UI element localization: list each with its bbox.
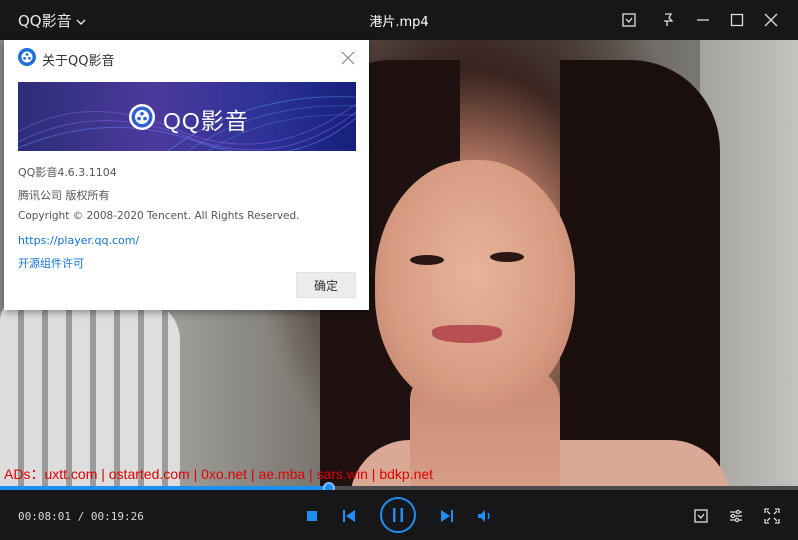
next-button[interactable]	[436, 505, 458, 527]
volume-button[interactable]	[474, 505, 496, 527]
settings-button[interactable]	[725, 505, 747, 527]
about-banner: QQ影音	[18, 82, 356, 151]
opensource-license-link[interactable]: 开源组件许可	[18, 255, 84, 271]
settings-icon	[730, 509, 742, 523]
qq-player-window: QQ影音 港片.mp4 ADs：uxtt.com | ostarted.com …	[0, 0, 798, 540]
ok-button[interactable]: 确定	[296, 272, 356, 298]
screenshot-icon	[622, 13, 636, 27]
fullscreen-button[interactable]	[761, 505, 783, 527]
about-dialog-title: 关于QQ影音	[42, 54, 115, 69]
close-icon	[341, 51, 355, 65]
qq-player-banner-logo-icon	[129, 104, 155, 130]
app-menu-button[interactable]: QQ影音	[18, 10, 86, 31]
stop-icon	[307, 511, 317, 521]
play-pause-button[interactable]	[380, 497, 416, 533]
rights-text: 腾讯公司 版权所有	[18, 189, 110, 202]
capture-button[interactable]	[690, 505, 712, 527]
stop-button[interactable]	[302, 506, 322, 526]
maximize-icon	[730, 13, 744, 27]
copyright-text: Copyright © 2008-2020 Tencent. All Right…	[18, 210, 300, 222]
previous-button[interactable]	[338, 505, 360, 527]
video-hair-right	[560, 60, 720, 490]
minimize-button[interactable]	[691, 8, 715, 32]
close-button[interactable]	[759, 8, 783, 32]
control-bar: 00:08:01 / 00:19:26	[0, 490, 798, 540]
video-eye-left	[410, 255, 444, 265]
about-dialog-close-button[interactable]	[338, 48, 358, 68]
chevron-down-icon	[76, 19, 86, 25]
title-bar: QQ影音 港片.mp4	[0, 0, 798, 40]
pin-icon	[664, 13, 674, 26]
minimize-icon	[697, 19, 709, 21]
about-banner-title: QQ影音	[163, 108, 249, 134]
close-icon	[764, 13, 778, 27]
qq-player-logo-icon	[18, 48, 36, 66]
screenshot-icon	[694, 509, 708, 523]
video-face	[375, 160, 575, 410]
pin-button[interactable]	[655, 8, 679, 32]
screenshot-button[interactable]	[617, 8, 641, 32]
previous-icon	[343, 510, 355, 522]
version-text: QQ影音4.6.3.1104	[18, 166, 117, 179]
website-link[interactable]: https://player.qq.com/	[18, 234, 139, 247]
video-chair	[0, 300, 180, 490]
video-mouth	[432, 325, 502, 343]
ads-overlay-text: ADs：uxtt.com | ostarted.com | 0xo.net | …	[4, 466, 434, 482]
about-dialog-header: 关于QQ影音	[4, 40, 369, 76]
time-display: 00:08:01 / 00:19:26	[18, 510, 144, 523]
video-eye-right	[490, 252, 524, 262]
maximize-button[interactable]	[725, 8, 749, 32]
pause-icon	[393, 508, 403, 522]
fullscreen-icon	[764, 508, 780, 524]
about-dialog: 关于QQ影音 QQ影音 QQ影音4.6.3.1104 腾讯公司 版权所有 Cop…	[4, 40, 369, 310]
app-menu-label: QQ影音	[18, 12, 72, 30]
next-icon	[441, 510, 453, 522]
volume-icon	[478, 510, 490, 522]
